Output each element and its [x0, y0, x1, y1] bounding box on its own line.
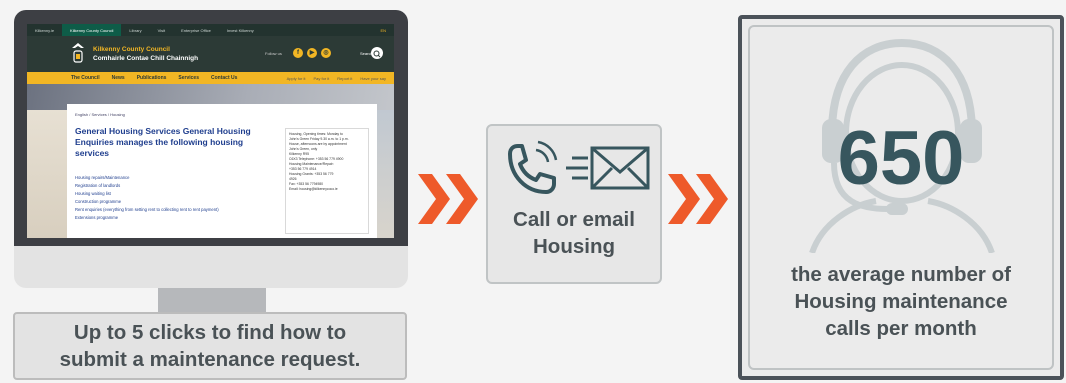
monitor-chin — [14, 246, 408, 288]
council-name-en: Kilkenny County Council — [93, 46, 170, 53]
service-links: Housing repairs/Maintenance Registration… — [75, 174, 275, 222]
topbar-link[interactable]: Enterprise Office — [173, 28, 219, 33]
language-switch[interactable]: EN — [372, 28, 394, 33]
contact-housing-box: Call or email Housing — [486, 124, 662, 284]
middle-line-1: Call or email — [513, 208, 635, 231]
stat-caption-line: the average number of — [791, 263, 1011, 286]
page-content: English / Services / Housing General Hou… — [27, 84, 394, 238]
topbar-link[interactable]: Invest Kilkenny — [219, 28, 262, 33]
service-link[interactable]: Extensions programme — [75, 214, 275, 222]
instagram-icon[interactable]: ◎ — [321, 48, 331, 58]
stat-box: 650 the average number of Housing mainte… — [738, 15, 1064, 380]
content-card: English / Services / Housing General Hou… — [67, 104, 377, 238]
infobox-line: Email: housing@kilkennycoco.ie — [289, 187, 338, 191]
service-link[interactable]: Registration of landlords — [75, 182, 275, 190]
stat-box-inner: 650 the average number of Housing mainte… — [748, 25, 1054, 370]
topbar-link[interactable]: Visit — [150, 28, 173, 33]
stat-caption-line: calls per month — [825, 317, 977, 340]
middle-line-2: Housing — [533, 235, 615, 258]
stat-caption: the average number of Housing maintenanc… — [750, 261, 1052, 342]
double-chevron-right-icon — [418, 174, 478, 224]
follow-label: Follow us — [265, 51, 282, 56]
service-link[interactable]: Rent enquiries (everything from setting … — [75, 206, 275, 214]
topbar-link[interactable]: Kilkenny.ie — [27, 28, 62, 33]
service-link[interactable]: Construction programme — [75, 198, 275, 206]
topbar-link[interactable]: Library — [121, 28, 149, 33]
nav-item[interactable]: Services — [178, 75, 199, 81]
stat-number: 650 — [837, 116, 965, 201]
nav-item[interactable]: Publications — [137, 75, 167, 81]
service-link[interactable]: Housing repairs/Maintenance — [75, 174, 275, 182]
page-heading: General Housing Services General Housing… — [75, 126, 251, 158]
service-link[interactable]: Housing waiting list — [75, 190, 275, 198]
nav-item[interactable]: News — [112, 75, 125, 81]
nav-right-item[interactable]: Pay for it — [314, 76, 330, 81]
council-name-ga: Comhairle Contae Chill Chainnigh — [93, 55, 199, 62]
nav-item[interactable]: The Council — [71, 75, 100, 81]
left-caption-box: Up to 5 clicks to find how to submit a m… — [13, 312, 407, 380]
youtube-icon[interactable]: ▶ — [307, 48, 317, 58]
site-header: Kilkenny County Council Comhairle Contae… — [27, 36, 394, 72]
left-caption-line: Up to 5 clicks to find how to — [73, 321, 347, 344]
double-chevron-right-icon — [668, 174, 728, 224]
facebook-icon[interactable]: f — [293, 48, 303, 58]
council-crest-icon — [72, 43, 84, 63]
contact-infobox: Housing, Opening times: Monday to John's… — [285, 128, 369, 234]
nav-right-item[interactable]: Apply for it — [287, 76, 306, 81]
site-nav: The Council News Publications Services C… — [27, 72, 394, 84]
breadcrumb[interactable]: English / Services / Housing — [75, 112, 125, 117]
nav-item[interactable]: Contact Us — [211, 75, 237, 81]
search-icon[interactable] — [371, 47, 383, 59]
site-topbar: Kilkenny.ie Kilkenny County Council Libr… — [27, 24, 394, 36]
left-caption-line: submit a maintenance request. — [59, 348, 361, 371]
nav-right-item[interactable]: Have your say — [360, 76, 386, 81]
nav-right-item[interactable]: Report it — [337, 76, 352, 81]
topbar-link-active[interactable]: Kilkenny County Council — [62, 24, 122, 36]
website-screenshot: Kilkenny.ie Kilkenny County Council Libr… — [27, 24, 394, 238]
stat-caption-line: Housing maintenance — [794, 290, 1008, 313]
phone-email-icon — [508, 140, 650, 194]
